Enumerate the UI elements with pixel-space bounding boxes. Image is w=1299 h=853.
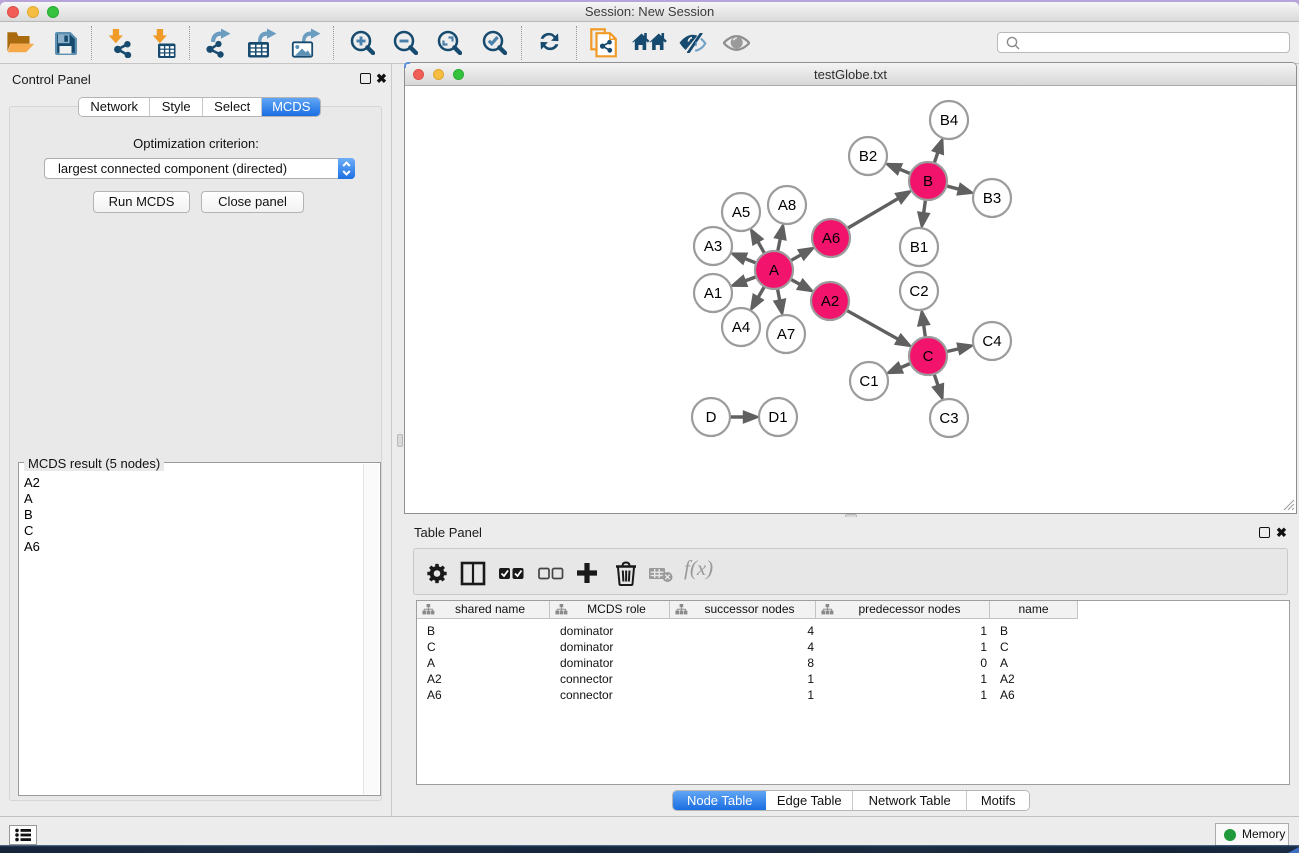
svg-text:A7: A7 [777, 326, 795, 343]
svg-text:A1: A1 [704, 285, 722, 302]
svg-text:A2: A2 [821, 293, 839, 310]
svg-text:A4: A4 [732, 319, 750, 336]
svg-text:A3: A3 [704, 238, 722, 255]
svg-text:B: B [923, 173, 933, 190]
svg-text:A5: A5 [732, 204, 750, 221]
svg-text:C2: C2 [909, 283, 928, 300]
svg-text:C1: C1 [859, 373, 878, 390]
svg-text:A: A [769, 262, 779, 279]
svg-text:C3: C3 [939, 410, 958, 427]
svg-text:B4: B4 [940, 112, 958, 129]
svg-text:B3: B3 [983, 190, 1001, 207]
svg-text:C: C [923, 348, 934, 365]
svg-text:B1: B1 [910, 239, 928, 256]
svg-text:D1: D1 [768, 409, 787, 426]
svg-text:B2: B2 [859, 148, 877, 165]
svg-text:A8: A8 [778, 197, 796, 214]
svg-text:C4: C4 [982, 333, 1001, 350]
svg-text:A6: A6 [822, 230, 840, 247]
svg-text:D: D [706, 409, 717, 426]
